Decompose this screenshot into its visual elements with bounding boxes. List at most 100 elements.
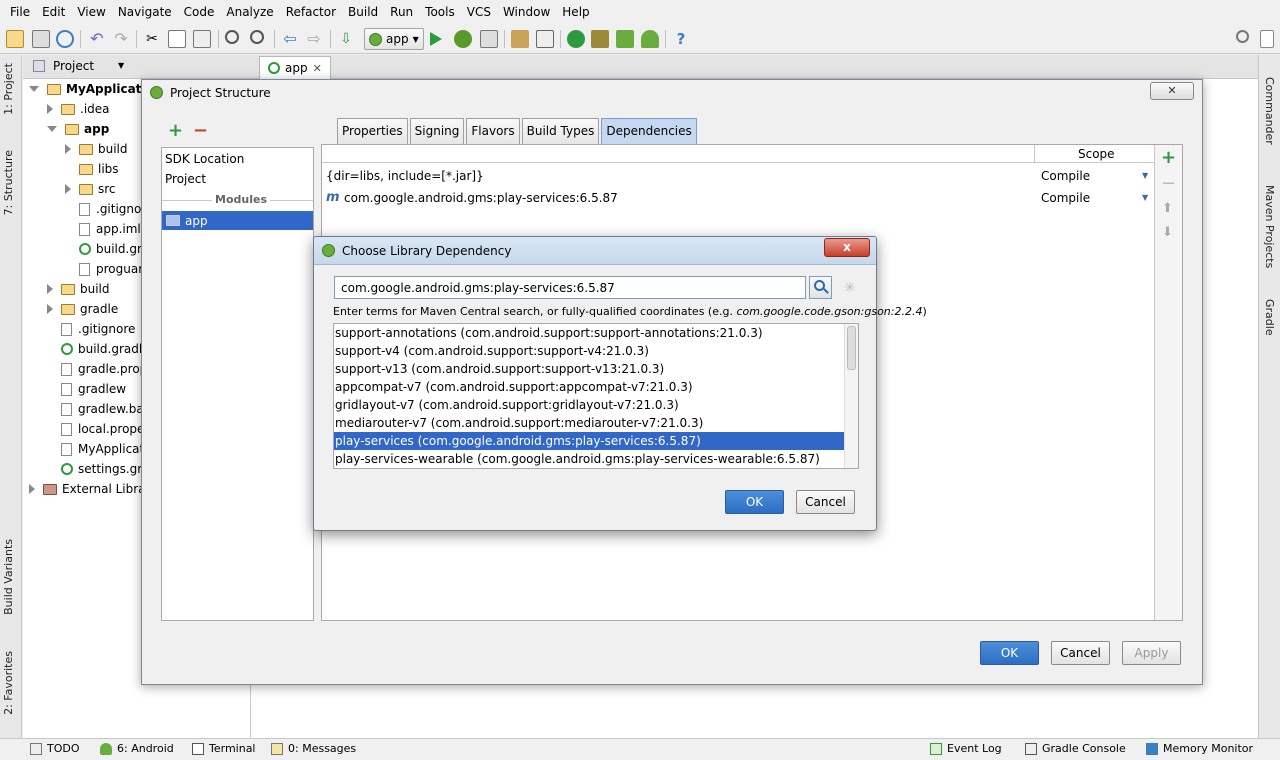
back-icon[interactable]: ⇦ [281, 30, 299, 48]
tree-item[interactable]: build [47, 279, 110, 299]
move-up-icon[interactable]: ⬆ [1162, 201, 1173, 216]
move-down-icon[interactable]: ⬇ [1162, 225, 1173, 240]
tab-favorites[interactable]: 2: Favorites [2, 651, 15, 715]
sidebar-item-app[interactable]: app [162, 211, 313, 230]
cut-icon[interactable]: ✂ [143, 30, 161, 48]
list-item[interactable]: support-annotations (com.android.support… [334, 324, 844, 342]
sdk-manager-icon[interactable] [616, 30, 634, 48]
menu-item-navigate[interactable]: Navigate [112, 0, 178, 24]
event-log-tool[interactable]: Event Log [930, 742, 1002, 755]
ok-button[interactable]: OK [980, 641, 1039, 665]
chevron-down-icon[interactable]: ▼ [118, 61, 124, 70]
run-config-select[interactable]: app ▼ [364, 28, 424, 50]
redo-icon[interactable]: ↷ [112, 30, 130, 48]
copy-icon[interactable] [168, 30, 186, 48]
add-dependency-icon[interactable]: + [1161, 147, 1176, 168]
menu-item-help[interactable]: Help [556, 0, 595, 24]
tab-commander[interactable]: Commander [1263, 77, 1276, 145]
debug-icon[interactable] [454, 30, 472, 48]
tab-gradle[interactable]: Gradle [1263, 299, 1276, 336]
cancel-button[interactable]: Cancel [1051, 641, 1110, 665]
expand-arrow-icon[interactable] [47, 126, 57, 132]
list-item[interactable]: play-services (com.google.android.gms:pl… [334, 432, 844, 450]
menu-item-file[interactable]: File [4, 0, 36, 24]
run-icon[interactable] [430, 32, 442, 46]
menu-item-build[interactable]: Build [342, 0, 384, 24]
list-item[interactable]: play-services-wearable (com.google.andro… [334, 450, 844, 468]
list-item[interactable]: support-v13 (com.android.support:support… [334, 360, 844, 378]
menu-item-edit[interactable]: Edit [36, 0, 71, 24]
tab-dependencies[interactable]: Dependencies [601, 118, 697, 144]
memory-monitor-tool[interactable]: Memory Monitor [1146, 742, 1253, 755]
search-everywhere-icon[interactable] [1236, 30, 1249, 43]
collapse-arrow-icon[interactable] [47, 104, 53, 114]
attach-debugger-icon[interactable] [480, 30, 498, 48]
tree-item[interactable]: gradle [47, 299, 118, 319]
scope-select[interactable]: Compile [1041, 191, 1090, 205]
collapse-arrow-icon[interactable] [65, 144, 71, 154]
search-button[interactable] [809, 276, 832, 299]
project-structure-icon[interactable] [511, 30, 529, 48]
menu-item-refactor[interactable]: Refactor [280, 0, 342, 24]
project-view-label[interactable]: Project [53, 59, 94, 73]
tree-item[interactable]: gradlew [47, 379, 126, 399]
list-scrollbar[interactable] [844, 324, 858, 468]
help-icon[interactable]: ? [672, 30, 690, 48]
list-item[interactable]: mediarouter-v7 (com.android.support:medi… [334, 414, 844, 432]
chevron-down-icon[interactable]: ▼ [1142, 171, 1148, 180]
sidebar-item-project[interactable]: Project [165, 172, 206, 186]
sync-gradle-icon[interactable] [567, 30, 585, 48]
list-item[interactable]: appcompat-v7 (com.android.support:appcom… [334, 378, 844, 396]
forward-icon[interactable]: ⇨ [305, 30, 323, 48]
menu-item-view[interactable]: View [71, 0, 111, 24]
undo-icon[interactable]: ↶ [88, 30, 106, 48]
tree-item[interactable]: build.gradle [47, 339, 150, 359]
close-icon[interactable]: ✕ [313, 62, 322, 75]
tab-structure[interactable]: 7: Structure [2, 150, 15, 215]
tree-item[interactable]: gradlew.bat [47, 399, 148, 419]
list-item[interactable]: gridlayout-v7 (com.android.support:gridl… [334, 396, 844, 414]
paste-icon[interactable] [193, 30, 211, 48]
tab-properties[interactable]: Properties [337, 118, 408, 144]
tab-signing[interactable]: Signing [409, 118, 465, 144]
gradle-console-tool[interactable]: Gradle Console [1025, 742, 1126, 755]
table-row[interactable]: m com.google.android.gms:play-services:6.… [322, 189, 1154, 209]
menu-item-window[interactable]: Window [497, 0, 556, 24]
tab-build-variants[interactable]: Build Variants [2, 539, 15, 615]
close-button[interactable]: ✕ [1150, 82, 1194, 100]
android-monitor-icon[interactable] [641, 30, 659, 48]
remove-dependency-icon[interactable]: − [1161, 173, 1176, 194]
tab-build-types[interactable]: Build Types [521, 118, 600, 144]
open-folder-icon[interactable] [6, 30, 24, 48]
expand-arrow-icon[interactable] [29, 86, 39, 92]
list-item[interactable]: support-v4 (com.android.support:support-… [334, 342, 844, 360]
tab-app[interactable]: app ✕ [259, 56, 331, 79]
find-icon[interactable] [225, 30, 239, 44]
android-tool[interactable]: 6: Android [100, 742, 174, 755]
sync-icon[interactable] [56, 30, 74, 48]
cancel-button[interactable]: Cancel [796, 490, 855, 514]
ok-button[interactable]: OK [725, 490, 784, 514]
scope-select[interactable]: Compile [1041, 169, 1090, 183]
tab-project[interactable]: 1: Project [2, 63, 15, 115]
remove-icon[interactable]: − [193, 122, 208, 140]
tab-flavors[interactable]: Flavors [466, 118, 520, 144]
tree-item[interactable]: build [65, 139, 128, 159]
collapse-arrow-icon[interactable] [47, 304, 53, 314]
menu-item-vcs[interactable]: VCS [461, 0, 497, 24]
tree-item[interactable]: .gitignore [47, 319, 135, 339]
messages-tool[interactable]: 0: Messages [271, 742, 356, 755]
terminal-tool[interactable]: Terminal [192, 742, 256, 755]
table-row[interactable]: {dir=libs, include=[*.jar]} Compile ▼ [322, 167, 1154, 187]
save-icon[interactable] [32, 30, 50, 48]
collapse-arrow-icon[interactable] [65, 184, 71, 194]
make-project-icon[interactable]: ⇩ [337, 30, 355, 48]
sidebar-item-sdk-location[interactable]: SDK Location [165, 152, 244, 166]
tab-maven-projects[interactable]: Maven Projects [1263, 185, 1276, 268]
avd-manager-icon[interactable] [591, 30, 609, 48]
menu-item-analyze[interactable]: Analyze [220, 0, 279, 24]
apply-button[interactable]: Apply [1122, 641, 1181, 665]
menu-item-tools[interactable]: Tools [419, 0, 461, 24]
add-icon[interactable]: + [168, 122, 183, 140]
collapse-arrow-icon[interactable] [47, 284, 53, 294]
